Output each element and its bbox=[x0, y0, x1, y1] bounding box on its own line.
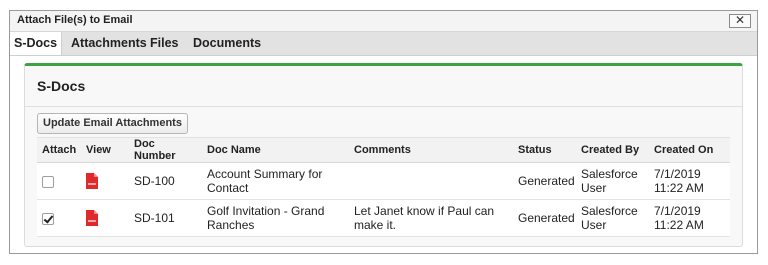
close-icon: ✕ bbox=[734, 13, 746, 27]
tab-attachments[interactable]: Attachments bbox=[67, 32, 151, 55]
column-header-created-by[interactable]: Created By bbox=[576, 137, 649, 163]
documents-table: Attach View Doc Number Doc Name Comments… bbox=[37, 137, 730, 237]
view-cell bbox=[81, 162, 129, 200]
doc-name: Account Summary for Contact bbox=[202, 162, 349, 200]
created-by: Salesforce User bbox=[576, 199, 649, 237]
created-by: Salesforce User bbox=[576, 162, 649, 200]
dialog-titlebar: Attach File(s) to Email ✕ bbox=[10, 11, 757, 32]
column-header-view[interactable]: View bbox=[81, 137, 129, 163]
table-row: SD-101 Golf Invitation - Grand Ranches L… bbox=[37, 199, 730, 237]
column-header-status[interactable]: Status bbox=[513, 137, 576, 163]
attach-cell bbox=[37, 199, 81, 237]
table-header-row: Attach View Doc Number Doc Name Comments… bbox=[37, 137, 730, 163]
column-header-created-on[interactable]: Created On bbox=[649, 137, 730, 163]
pdf-icon[interactable] bbox=[86, 210, 98, 226]
tab-documents[interactable]: Documents bbox=[189, 32, 265, 55]
view-cell bbox=[81, 199, 129, 237]
column-header-doc-number[interactable]: Doc Number bbox=[129, 137, 202, 163]
update-email-attachments-button[interactable]: Update Email Attachments bbox=[37, 113, 188, 134]
status: Generated bbox=[513, 199, 576, 237]
comments bbox=[349, 162, 513, 200]
attach-checkbox[interactable] bbox=[42, 212, 54, 225]
table-row: SD-100 Account Summary for Contact Gener… bbox=[37, 162, 730, 200]
attach-checkbox[interactable] bbox=[42, 175, 54, 188]
column-header-comments[interactable]: Comments bbox=[349, 137, 513, 163]
doc-number: SD-101 bbox=[129, 199, 202, 237]
attach-cell bbox=[37, 162, 81, 200]
panel-divider bbox=[25, 106, 742, 107]
column-header-doc-name[interactable]: Doc Name bbox=[202, 137, 349, 163]
dialog-title: Attach File(s) to Email bbox=[17, 14, 133, 26]
created-on: 7/1/2019 11:22 AM bbox=[649, 199, 730, 237]
column-header-attach[interactable]: Attach bbox=[37, 137, 81, 163]
comments: Let Janet know if Paul can make it. bbox=[349, 199, 513, 237]
close-button[interactable]: ✕ bbox=[729, 14, 751, 28]
tab-s-docs[interactable]: S-Docs bbox=[10, 32, 63, 55]
pdf-icon[interactable] bbox=[86, 173, 98, 189]
s-docs-panel: S-Docs Update Email Attachments Attach V… bbox=[24, 63, 743, 247]
tab-files[interactable]: Files bbox=[146, 32, 183, 55]
doc-name: Golf Invitation - Grand Ranches bbox=[202, 199, 349, 237]
status: Generated bbox=[513, 162, 576, 200]
created-on: 7/1/2019 11:22 AM bbox=[649, 162, 730, 200]
tab-bar: S-Docs Attachments Files Documents bbox=[10, 32, 757, 56]
attach-files-dialog: Attach File(s) to Email ✕ S-Docs Attachm… bbox=[9, 10, 758, 254]
doc-number: SD-100 bbox=[129, 162, 202, 200]
panel-title: S-Docs bbox=[37, 78, 86, 94]
